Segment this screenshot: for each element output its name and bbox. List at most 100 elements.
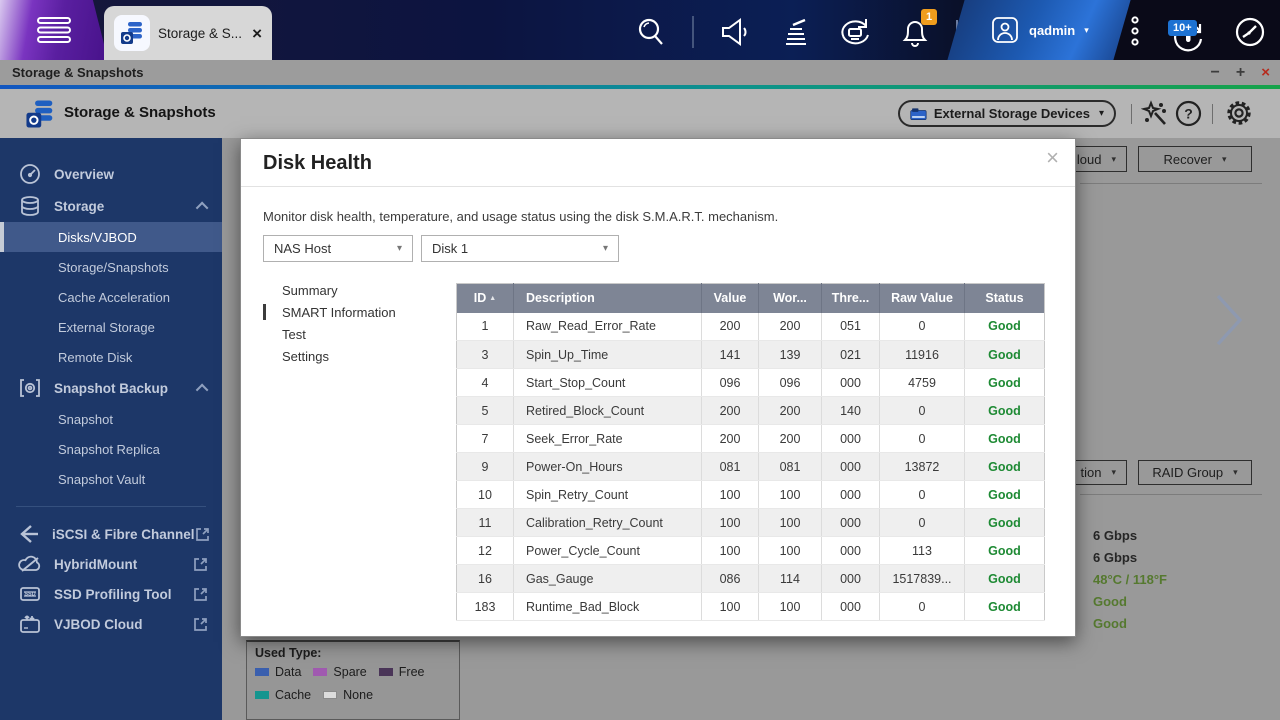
tasks-badge: 10+ — [1168, 20, 1197, 36]
table-cell: Spin_Up_Time — [514, 341, 702, 369]
bell-badge: 1 — [921, 9, 937, 25]
column-header-wor[interactable]: Wor... — [759, 284, 822, 313]
svg-text:SSD: SSD — [24, 592, 35, 598]
table-cell: 183 — [457, 593, 514, 621]
table-cell: Calibration_Retry_Count — [514, 509, 702, 537]
event-log-icon[interactable] — [775, 14, 815, 50]
sidebar-item-storage[interactable]: Storage — [0, 190, 222, 222]
sidebar-item-hybridmount[interactable]: HybridMount — [0, 549, 222, 579]
raid-group-button[interactable]: RAID Group ▾ — [1138, 460, 1252, 485]
table-row[interactable]: 5Retired_Block_Count2002001400Good — [457, 397, 1045, 425]
table-cell: 10 — [457, 481, 514, 509]
sidebar-item-label: Remote Disk — [58, 350, 222, 365]
table-cell: Raw_Read_Error_Rate — [514, 313, 702, 341]
table-row[interactable]: 7Seek_Error_Rate2002000000Good — [457, 425, 1045, 453]
username-label: qadmin — [1029, 23, 1075, 38]
sidebar-nav: OverviewStorage Disks/VJBOD Storage/Snapsh… — [0, 138, 222, 720]
resource-monitor-icon[interactable] — [1230, 14, 1270, 50]
column-header-thre[interactable]: Thre... — [822, 284, 880, 313]
column-header-status[interactable]: Status — [965, 284, 1045, 313]
recover-button[interactable]: Recover ▾ — [1138, 146, 1252, 172]
table-cell: Seek_Error_Rate — [514, 425, 702, 453]
table-row[interactable]: 1Raw_Read_Error_Rate2002000510Good — [457, 313, 1045, 341]
window-close-button[interactable]: × — [1261, 65, 1270, 80]
sidebar-item-cache-acceleration[interactable]: Cache Acceleration — [0, 282, 222, 312]
carousel-next-icon[interactable] — [1212, 292, 1246, 348]
hamburger-icon — [37, 17, 71, 43]
sidebar-item-snapshot-replica[interactable]: Snapshot Replica — [0, 434, 222, 464]
table-row[interactable]: 3Spin_Up_Time14113902111916Good — [457, 341, 1045, 369]
table-cell: 7 — [457, 425, 514, 453]
main-menu-button[interactable] — [0, 0, 108, 60]
status-badge: Good — [965, 481, 1045, 509]
disk-caret-icon: ▾ — [603, 243, 608, 254]
table-cell: 200 — [702, 313, 759, 341]
dialog-nav-summary[interactable]: Summary — [263, 279, 433, 301]
window-minimize-button[interactable]: − — [1211, 65, 1220, 81]
dialog-nav-smart-information[interactable]: SMART Information — [263, 301, 433, 323]
column-header-value[interactable]: Value — [702, 284, 759, 313]
sidebar-item-iscsi-fibre-channel[interactable]: iSCSI & Fibre Channel — [0, 519, 222, 549]
smart-wizard-icon[interactable] — [1139, 97, 1171, 129]
legend-title: Used Type: — [255, 646, 451, 660]
window-titlebar[interactable]: Storage & Snapshots − + × — [0, 60, 1280, 85]
search-icon[interactable] — [631, 14, 671, 50]
storage-snapshots-app-icon — [114, 15, 150, 51]
table-cell: 0 — [880, 425, 965, 453]
dialog-side-nav: SummarySMART InformationTestSettings — [263, 279, 433, 367]
sidebar-item-label: Disks/VJBOD — [58, 230, 222, 245]
table-cell: 051 — [822, 313, 880, 341]
sidebar-item-external-storage[interactable]: External Storage — [0, 312, 222, 342]
sidebar-item-overview[interactable]: Overview — [0, 158, 222, 190]
table-cell: 3 — [457, 341, 514, 369]
used-type-legend: Used Type: DataSpareFree CacheNone — [246, 640, 460, 720]
table-cell: 021 — [822, 341, 880, 369]
app-tab-storage-snapshots[interactable]: Storage & S... × — [104, 6, 272, 60]
help-icon[interactable]: ? — [1172, 97, 1204, 129]
notice-speaker-icon[interactable] — [715, 14, 755, 50]
dialog-nav-test[interactable]: Test — [263, 323, 433, 345]
column-header-id[interactable]: ID▲ — [457, 284, 514, 313]
device-selector-dropdown[interactable]: External Storage Devices ▾ — [898, 100, 1116, 127]
table-row[interactable]: 12Power_Cycle_Count100100000113Good — [457, 537, 1045, 565]
device-selector-caret-icon: ▾ — [1099, 108, 1104, 119]
sidebar-item-snapshot-backup[interactable]: Snapshot Backup — [0, 372, 222, 404]
table-row[interactable]: 9Power-On_Hours08108100013872Good — [457, 453, 1045, 481]
settings-gear-icon[interactable] — [1223, 97, 1255, 129]
sidebar-item-ssd-profiling-tool[interactable]: SSDSSD Profiling Tool — [0, 579, 222, 609]
table-cell: 100 — [702, 481, 759, 509]
column-header-description[interactable]: Description — [514, 284, 702, 313]
table-row[interactable]: 4Start_Stop_Count0960960004759Good — [457, 369, 1045, 397]
table-cell: 1 — [457, 313, 514, 341]
column-header-raw-value[interactable]: Raw Value — [880, 284, 965, 313]
tab-close-icon[interactable]: × — [252, 25, 262, 42]
table-cell: 200 — [702, 397, 759, 425]
sidebar-item-snapshot[interactable]: Snapshot — [0, 404, 222, 434]
recover-button-caret-icon: ▾ — [1222, 154, 1227, 165]
sidebar-item-disks-vjbod[interactable]: Disks/VJBOD — [0, 222, 222, 252]
disk-info-value: Good — [1093, 590, 1167, 612]
table-row[interactable]: 10Spin_Retry_Count1001000000Good — [457, 481, 1045, 509]
sidebar-item-vjbod-cloud[interactable]: VJBOD Cloud — [0, 609, 222, 639]
dialog-nav-settings[interactable]: Settings — [263, 345, 433, 367]
disk-dropdown[interactable]: Disk 1 ▾ — [421, 235, 619, 262]
legend-row-1: DataSpareFree — [255, 665, 451, 679]
table-row[interactable]: 183Runtime_Bad_Block1001000000Good — [457, 593, 1045, 621]
legend-swatch — [255, 691, 269, 699]
vjbod-cloud-icon — [18, 613, 42, 635]
dialog-description: Monitor disk health, temperature, and us… — [263, 209, 778, 224]
header-divider — [1212, 104, 1213, 124]
table-row[interactable]: 16Gas_Gauge0861140001517839...Good — [457, 565, 1045, 593]
sidebar-item-label: Snapshot Backup — [54, 381, 199, 396]
sidebar-item-snapshot-vault[interactable]: Snapshot Vault — [0, 464, 222, 494]
dialog-close-icon[interactable]: × — [1046, 147, 1059, 169]
sidebar-item-storage-snapshots[interactable]: Storage/Snapshots — [0, 252, 222, 282]
table-cell: 100 — [759, 509, 822, 537]
sync-status-icon[interactable] — [835, 14, 875, 50]
table-row[interactable]: 11Calibration_Retry_Count1001000000Good — [457, 509, 1045, 537]
more-options-icon[interactable] — [1115, 14, 1155, 50]
window-maximize-button[interactable]: + — [1236, 65, 1245, 81]
user-menu[interactable]: qadmin ▾ — [962, 0, 1120, 60]
nas-host-dropdown[interactable]: NAS Host ▾ — [263, 235, 413, 262]
sidebar-item-remote-disk[interactable]: Remote Disk — [0, 342, 222, 372]
